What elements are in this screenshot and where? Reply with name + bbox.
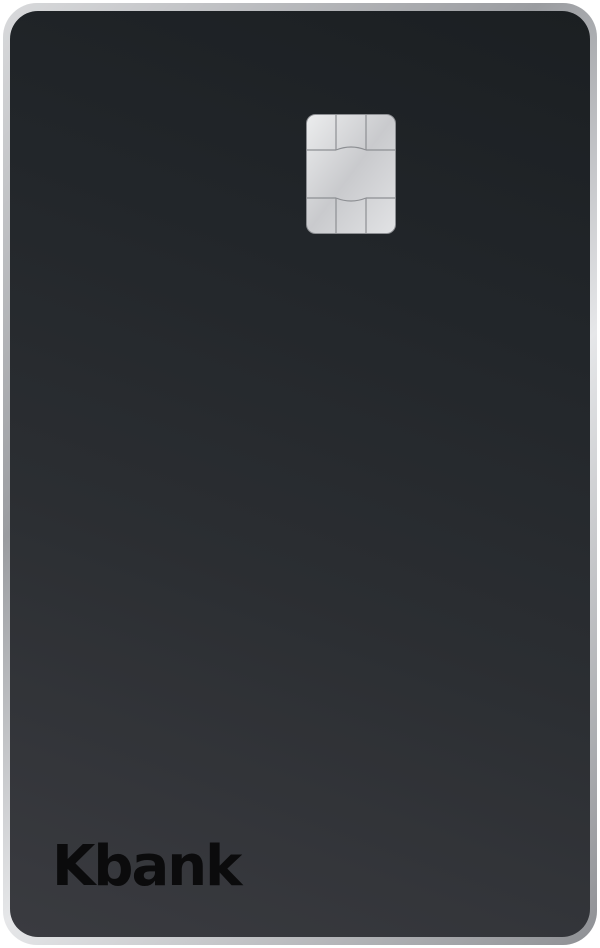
brand-logo: Kbank bbox=[52, 834, 242, 899]
card-rim: Kbank bbox=[3, 3, 597, 945]
emv-chip-icon bbox=[306, 114, 396, 234]
card-face: Kbank bbox=[10, 11, 590, 937]
